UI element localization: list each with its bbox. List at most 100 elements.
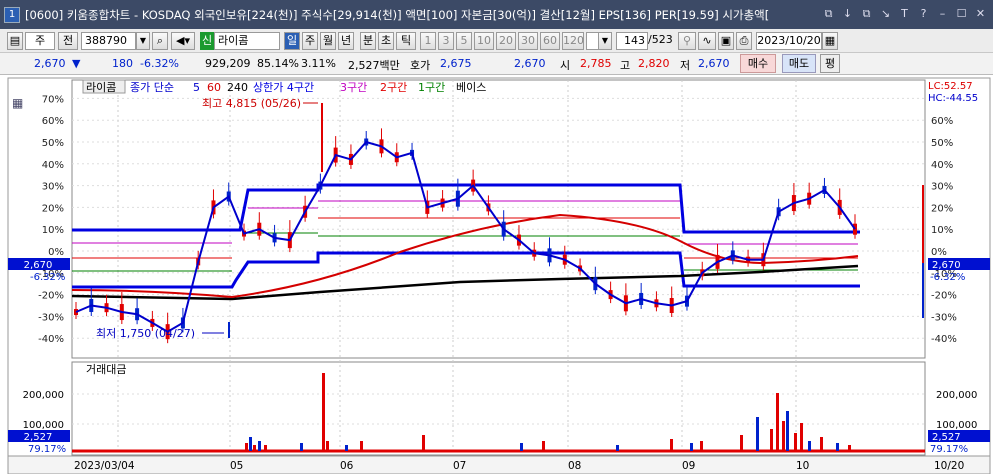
x-axis-label: 06 <box>340 460 354 472</box>
save-icon[interactable]: ▣ <box>718 32 734 50</box>
y-right-tick-label: -20% <box>931 291 957 302</box>
volume-bar <box>264 445 267 451</box>
volume-right-tick-label: 200,000 <box>936 390 977 401</box>
total-count-label: /523 <box>648 33 673 46</box>
volume-bar <box>542 441 545 451</box>
window-number: 1 <box>4 6 20 23</box>
volume-bar <box>786 411 789 451</box>
volume-bar <box>848 445 851 451</box>
y-tick-label: 70% <box>42 94 64 105</box>
binoculars-icon[interactable]: ⚲ <box>678 32 696 50</box>
stock-code-input[interactable]: 388790 <box>81 32 136 50</box>
right-volume-label: 2,527 <box>932 432 961 443</box>
y-right-tick-label: -40% <box>931 334 957 345</box>
calendar-icon[interactable]: ▦ <box>822 32 838 50</box>
volume-bar <box>360 441 363 451</box>
bid-price: 2,670 <box>514 57 546 70</box>
display-count-input[interactable]: 143 <box>616 32 648 50</box>
speaker-icon[interactable]: ◀▾ <box>171 32 195 50</box>
lc-label: LC:52.57 <box>928 81 973 92</box>
copy-icon[interactable]: ⧉ <box>858 6 875 23</box>
interval-3-button[interactable]: 3 <box>438 32 454 50</box>
interval-60-button[interactable]: 60 <box>540 32 560 50</box>
open-price: 2,785 <box>580 57 612 70</box>
turnover-rate: 3.11% <box>301 57 336 70</box>
minimize-icon[interactable]: – <box>934 6 951 23</box>
link-icon[interactable]: ⧉ <box>820 6 837 23</box>
buy-button[interactable]: 매수 <box>740 54 776 73</box>
price-chart[interactable]: ▦ 70%60%50%40%30%20%10%0%-10%-20%-30%-40%… <box>0 75 993 474</box>
code-dropdown-icon[interactable]: ▼ <box>136 32 150 50</box>
volume-bar <box>345 445 348 451</box>
interval-120-button[interactable]: 120 <box>562 32 584 50</box>
period-minute-button[interactable]: 분 <box>360 32 376 50</box>
interval-20-button[interactable]: 20 <box>496 32 516 50</box>
legend-base: 베이스 <box>456 81 486 94</box>
pin-icon[interactable]: ↓ <box>839 6 856 23</box>
period-month-button[interactable]: 월 <box>320 32 336 50</box>
period-second-button[interactable]: 초 <box>378 32 394 50</box>
legend-band2: 2구간 <box>380 81 407 94</box>
expand-icon[interactable]: ↘ <box>877 6 894 23</box>
help-icon[interactable]: ? <box>915 6 932 23</box>
x-axis-label: 10/20 <box>934 460 964 472</box>
volume-bar <box>820 437 823 451</box>
close-icon[interactable]: ✕ <box>972 6 989 23</box>
volume-bar <box>808 441 811 451</box>
ask-price: 2,675 <box>440 57 472 70</box>
volume-bar <box>616 445 619 451</box>
volume-panel <box>71 361 926 456</box>
x-axis-label: 05 <box>230 460 243 472</box>
interval-10-button[interactable]: 10 <box>474 32 494 50</box>
volume-bar <box>326 441 329 451</box>
chart-type-select[interactable]: 주 <box>25 32 55 50</box>
interval-1-button[interactable]: 1 <box>420 32 436 50</box>
print-icon[interactable]: ⎙ <box>736 32 752 50</box>
y-tick-label: 40% <box>42 160 64 171</box>
down-arrow-icon: ▼ <box>72 57 81 70</box>
y-right-tick-label: 40% <box>931 160 953 171</box>
interval-dropdown-icon[interactable]: ▼ <box>598 32 612 50</box>
volume-bar <box>690 443 693 451</box>
volume-tick-label: 200,000 <box>23 390 64 401</box>
maximize-icon[interactable]: ☐ <box>953 6 970 23</box>
ask-label: 호가 <box>410 59 431 72</box>
sell-button[interactable]: 매도 <box>782 54 816 73</box>
period-day-button[interactable]: 일 <box>284 32 300 50</box>
y-right-tick-label: 0% <box>931 247 947 258</box>
evaluate-button[interactable]: 평 <box>820 54 840 73</box>
volume-ratio: 85.14% <box>257 57 299 70</box>
legend-ma-label: 종가 단순 <box>130 81 174 94</box>
left-volume-label: 2,527 <box>24 432 53 443</box>
max-annotation: 최고 4,815 (05/26) <box>202 97 301 110</box>
volume-bar <box>794 433 797 451</box>
volume-right-tick-label: 100,000 <box>936 420 977 431</box>
legend-ma240: 240 <box>227 81 248 94</box>
stock-name-field[interactable]: 라이콤 <box>214 32 280 50</box>
left-volpct-label: 79.17% <box>28 444 66 455</box>
price-change: 180 <box>112 57 133 70</box>
interval-30-button[interactable]: 30 <box>518 32 538 50</box>
y-tick-label: 50% <box>42 138 64 149</box>
period-select[interactable]: 전 <box>58 32 78 50</box>
low-price: 2,670 <box>698 57 730 70</box>
x-axis-bar <box>7 455 991 474</box>
trend-icon[interactable]: ∿ <box>698 32 716 50</box>
current-price: 2,670 <box>34 57 66 70</box>
date-input[interactable]: 2023/10/20 <box>756 32 822 50</box>
volume-bar <box>245 443 248 451</box>
y-tick-label: -40% <box>38 334 64 345</box>
volume-bar <box>776 393 779 451</box>
search-icon[interactable]: ⌕ <box>152 32 168 50</box>
period-tick-button[interactable]: 틱 <box>396 32 416 50</box>
menu-toggle-icon[interactable]: ▤ <box>7 32 23 50</box>
right-price-label: 2,670 <box>932 260 961 271</box>
period-week-button[interactable]: 주 <box>302 32 318 50</box>
volume-title: 거래대금 <box>86 363 126 376</box>
y-tick-label: -30% <box>38 312 64 323</box>
legend-ma60: 60 <box>207 81 221 94</box>
font-icon[interactable]: T <box>896 6 913 23</box>
settings-icon: ▦ <box>12 96 23 110</box>
period-year-button[interactable]: 년 <box>338 32 354 50</box>
interval-5-button[interactable]: 5 <box>456 32 472 50</box>
